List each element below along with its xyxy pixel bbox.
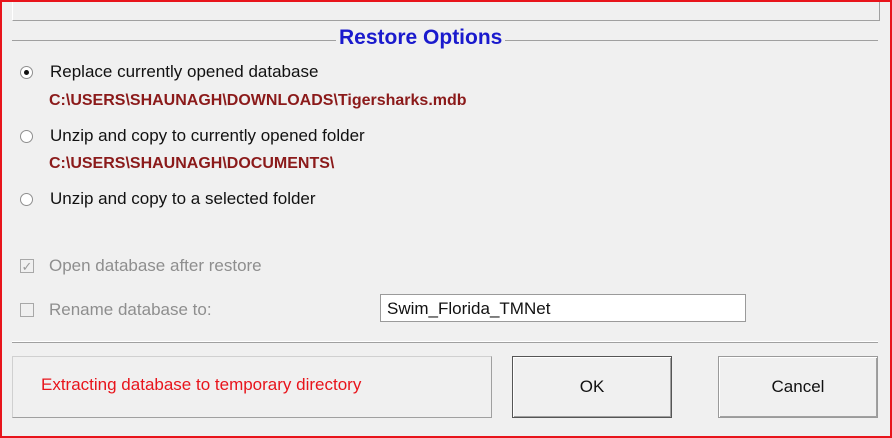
open-after-restore-checkbox[interactable]: ✓ [20,259,34,273]
rename-input[interactable]: Swim_Florida_TMNet [380,294,746,322]
open-after-restore-label: Open database after restore [49,256,262,275]
cancel-button[interactable]: Cancel [718,356,878,418]
unzip-current-radio[interactable] [20,129,33,143]
unzip-current-path: C:\USERS\SHAUNAGH\DOCUMENTS\ [49,155,335,172]
status-text: Extracting database to temporary directo… [41,375,362,394]
rename-checkbox[interactable] [20,303,34,317]
rename-label: Rename database to: [49,300,212,319]
replace-label: Replace currently opened database [50,62,319,81]
group-title: Restore Options [336,26,506,50]
option-replace-row[interactable]: Replace currently opened database [20,62,318,82]
unzip-selected-label: Unzip and copy to a selected folder [50,189,316,208]
replace-radio[interactable] [20,65,33,79]
unzip-selected-radio[interactable] [20,192,33,206]
top-panel [12,2,880,21]
unzip-current-label: Unzip and copy to currently opened folde… [50,126,365,145]
open-after-restore-row[interactable]: ✓ Open database after restore [20,256,262,276]
option-unzip-current-row[interactable]: Unzip and copy to currently opened folde… [20,126,365,146]
option-unzip-selected-row[interactable]: Unzip and copy to a selected folder [20,189,316,209]
replace-path: C:\USERS\SHAUNAGH\DOWNLOADS\Tigersharks.… [49,92,467,109]
status-box: Extracting database to temporary directo… [12,356,492,418]
rename-row[interactable]: Rename database to: [20,300,212,320]
ok-button[interactable]: OK [512,356,672,418]
